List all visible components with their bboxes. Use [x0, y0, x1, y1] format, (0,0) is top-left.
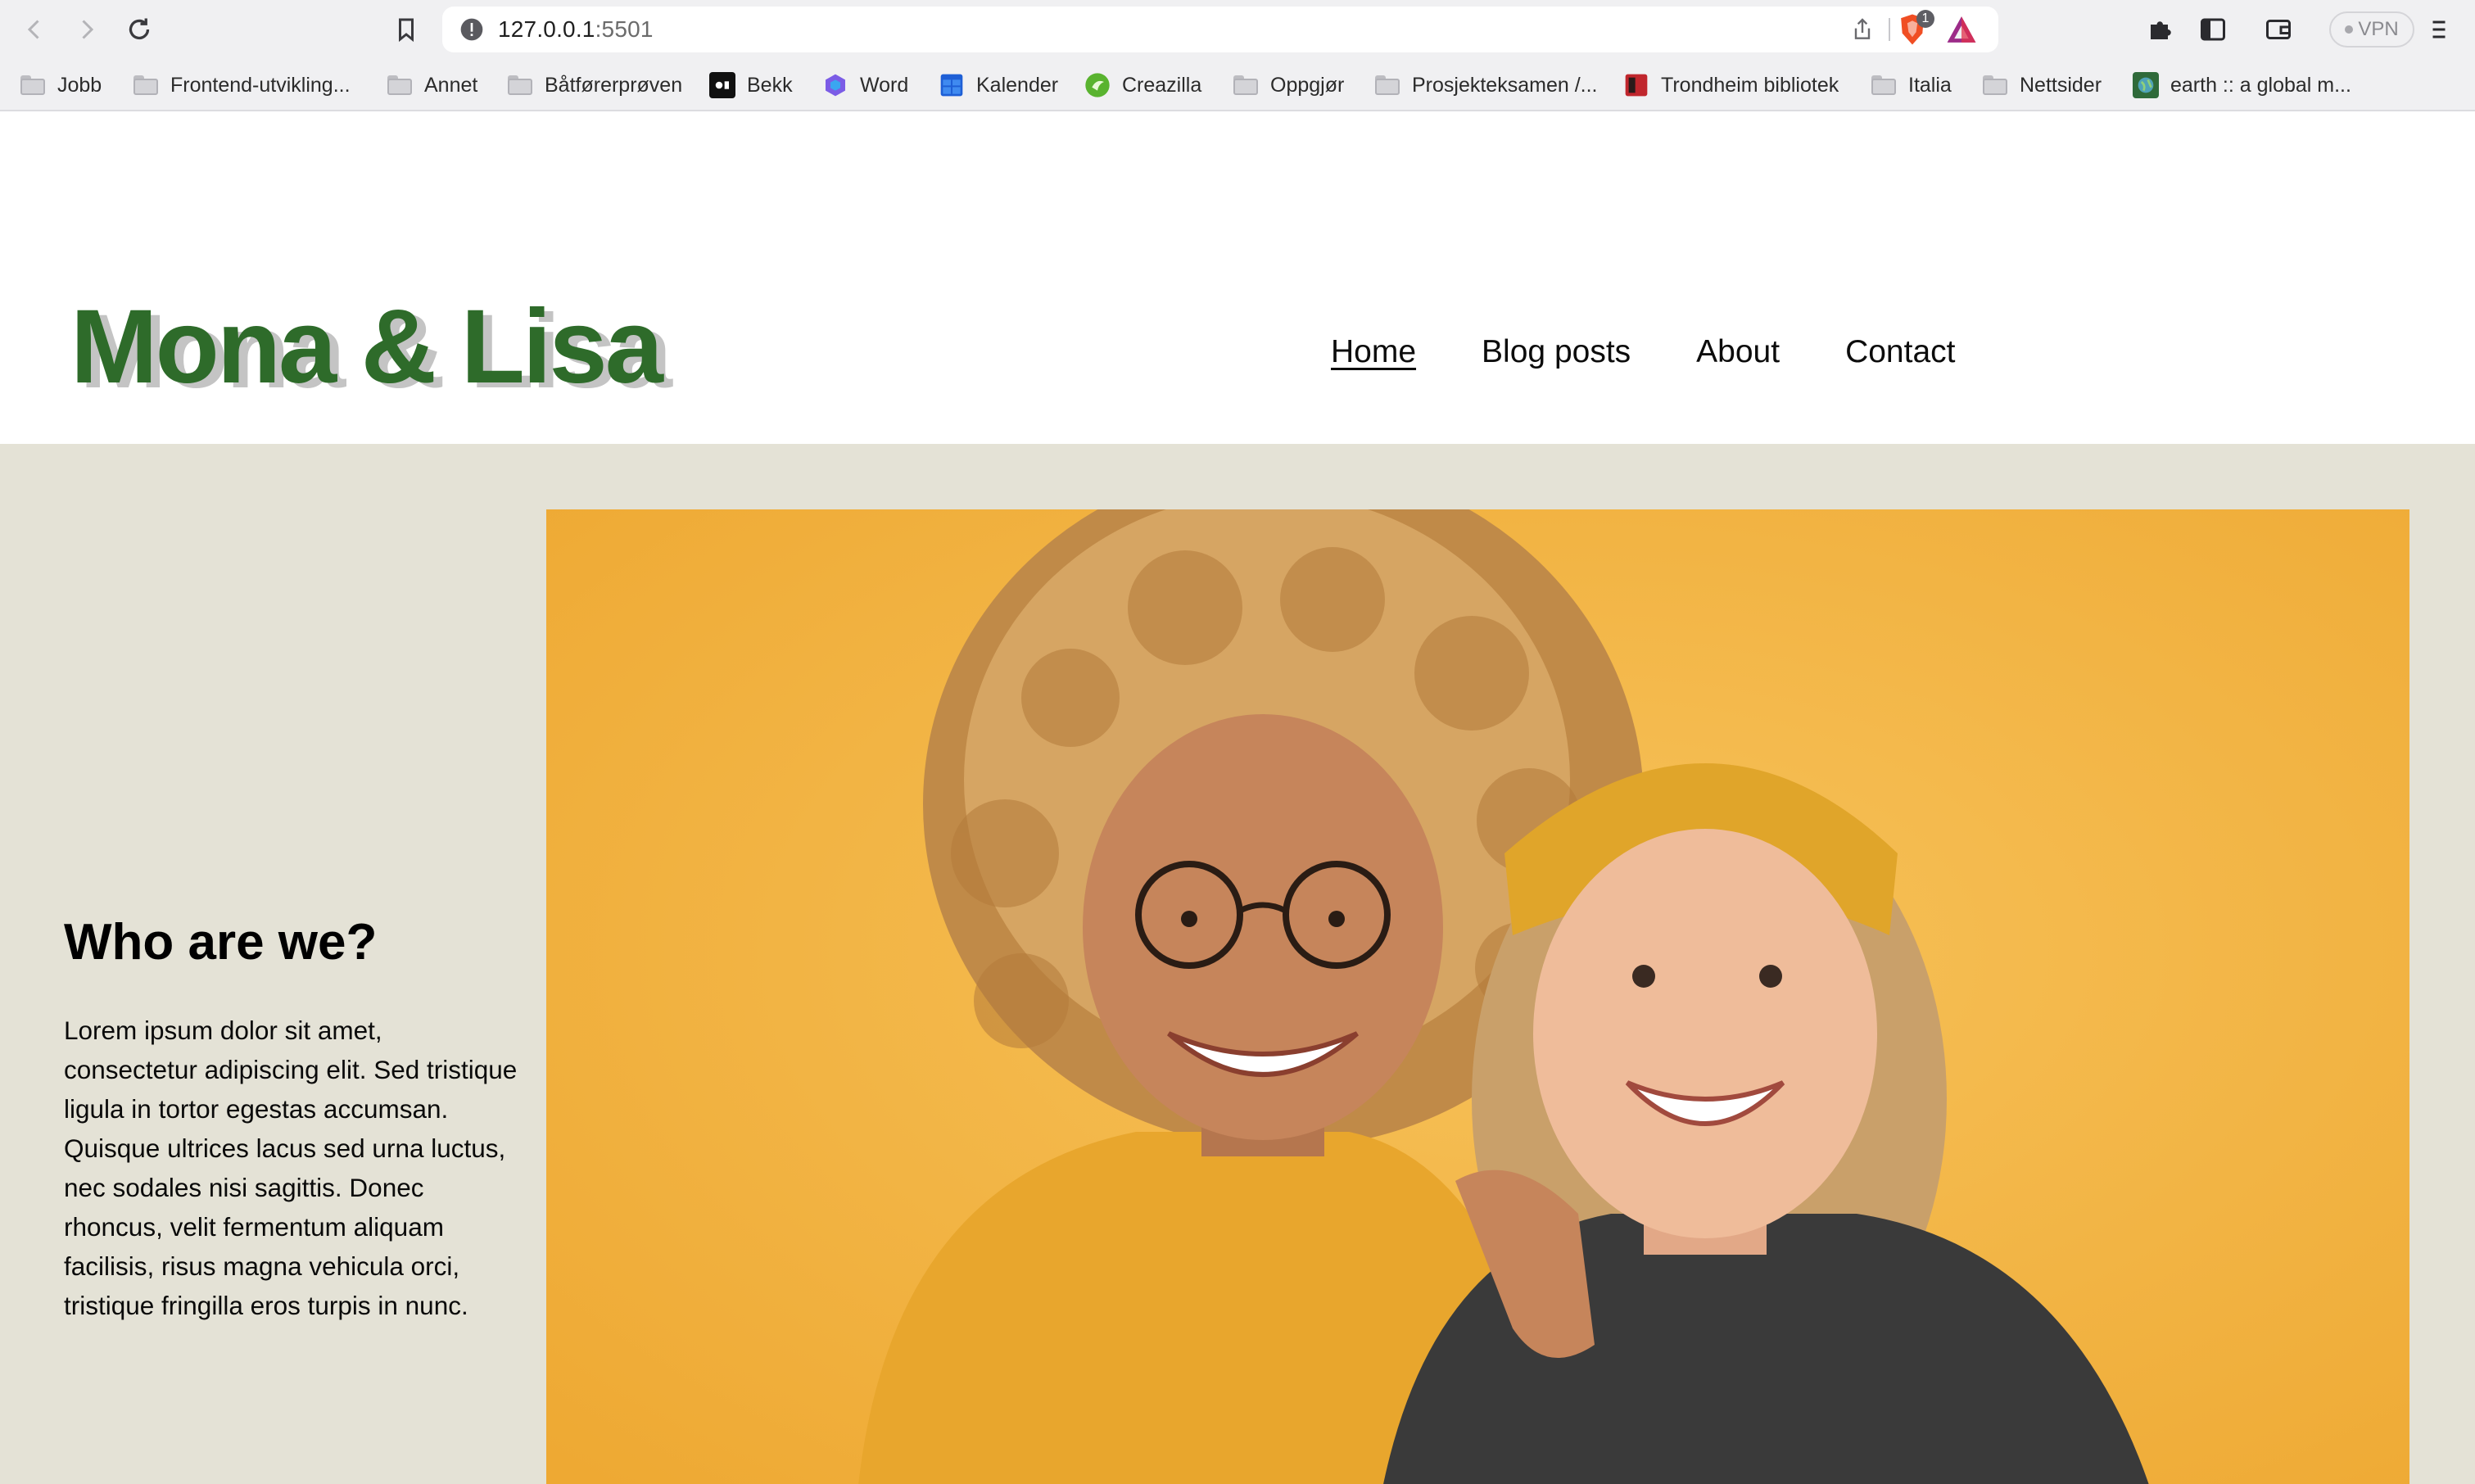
bookmark-item[interactable]: Frontend-utvikling... [133, 69, 351, 102]
back-arrow-icon [27, 20, 39, 39]
bookmark-label: Trondheim bibliotek [1661, 73, 1839, 97]
web-page: Mona & Lisa Home Blog posts About Contac… [0, 113, 2475, 1484]
folder-icon [1982, 72, 2008, 98]
bookmark-label: Creazilla [1122, 73, 1202, 97]
bekk-icon [709, 72, 735, 98]
bookmark-label: Italia [1908, 73, 1952, 97]
url-host: 127.0.0.1 [498, 16, 595, 42]
browser-toolbar: 127.0.0.1:5501 1 VPN [0, 0, 2475, 59]
wallet-button[interactable] [2260, 11, 2296, 48]
bookmark-label: Kalender [976, 73, 1059, 97]
reload-icon [129, 18, 150, 40]
bookmark-label: Båtførerprøven [545, 73, 683, 97]
nav-link-contact[interactable]: Contact [1845, 336, 1955, 368]
vpn-status-dot [2345, 25, 2354, 34]
bookmark-item[interactable]: Jobb [20, 69, 102, 102]
sidebar-button[interactable] [2195, 11, 2231, 48]
bookmark-label: Frontend-utvikling... [170, 73, 351, 97]
folder-icon [387, 72, 413, 98]
sidebar-icon [2201, 18, 2225, 41]
calendar-icon [939, 72, 965, 98]
hamburger-menu-icon [2432, 20, 2446, 38]
extensions-button[interactable] [2142, 11, 2179, 48]
two-women-smiling-illustration [546, 509, 2409, 1484]
bookmarks-bar: Jobb Frontend-utvikling... Annet Båtføre… [0, 59, 2475, 111]
bookmark-label: Jobb [57, 73, 102, 97]
earth-icon [2133, 72, 2159, 98]
hero-photo [546, 509, 2409, 1484]
forward-button[interactable] [69, 11, 105, 48]
folder-icon [1233, 72, 1259, 98]
bookmark-item[interactable]: Creazilla [1084, 69, 1201, 102]
bookmark-label: earth :: a global m... [2170, 73, 2351, 97]
address-bar[interactable]: 127.0.0.1:5501 1 [442, 7, 1998, 52]
bookmark-label: Oppgjør [1270, 73, 1345, 97]
bookmark-item[interactable]: Trondheim bibliotek [1623, 69, 1839, 102]
share-icon[interactable] [1849, 16, 1875, 43]
creazilla-icon [1084, 72, 1111, 98]
reload-button[interactable] [121, 11, 157, 48]
site-header: Mona & Lisa Home Blog posts About Contac… [0, 113, 2475, 444]
site-info-icon[interactable] [459, 16, 485, 43]
nav-link-blog-posts[interactable]: Blog posts [1482, 336, 1631, 368]
bookmark-item[interactable]: Kalender [939, 69, 1058, 102]
brave-rewards-icon[interactable] [1946, 15, 1977, 44]
forward-arrow-icon [82, 20, 94, 39]
bookmark-item[interactable]: Oppgjør [1233, 69, 1344, 102]
hero-title: Who are we? [64, 914, 378, 970]
hero-text: Lorem ipsum dolor sit amet, consectetur … [64, 1016, 518, 1320]
site-logo[interactable]: Mona & Lisa [70, 295, 663, 400]
bookmark-label: Nettsider [2020, 73, 2102, 97]
bookmark-item[interactable]: Båtførerprøven [507, 69, 682, 102]
bookmark-label: Prosjekteksamen /... [1412, 73, 1598, 97]
folder-icon [133, 72, 159, 98]
bookmark-item[interactable]: earth :: a global m... [2133, 69, 2351, 102]
bookmark-item[interactable]: Annet [387, 69, 477, 102]
word-icon [822, 72, 848, 98]
folder-icon [1871, 72, 1897, 98]
wallet-icon [2266, 20, 2291, 39]
bookmark-item[interactable]: Prosjekteksamen /... [1374, 69, 1597, 102]
address-bar-divider [1889, 18, 1890, 41]
folder-icon [20, 72, 46, 98]
bookmark-item[interactable]: Nettsider [1982, 69, 2102, 102]
url-port: :5501 [595, 16, 654, 42]
main-nav: Home Blog posts About Contact [1331, 336, 1955, 368]
bookmark-item[interactable]: Word [822, 69, 908, 102]
main-menu-button[interactable] [2421, 11, 2457, 48]
folder-icon [1374, 72, 1400, 98]
folder-icon [507, 72, 533, 98]
bookmark-item[interactable]: Bekk [709, 69, 793, 102]
hero-section: Who are we? Lorem ipsum dolor sit amet, … [0, 444, 2475, 1484]
bookmark-label: Word [860, 73, 909, 97]
url-text[interactable]: 127.0.0.1:5501 [498, 7, 654, 52]
shields-count-badge: 1 [1916, 10, 1934, 28]
bookmark-page-button[interactable] [388, 11, 424, 48]
library-icon [1623, 72, 1649, 98]
vpn-button[interactable]: VPN [2329, 11, 2414, 48]
bookmark-icon [399, 18, 414, 43]
nav-link-home[interactable]: Home [1331, 336, 1416, 368]
back-button[interactable] [16, 11, 52, 48]
bookmark-label: Annet [424, 73, 478, 97]
puzzle-icon [2151, 21, 2171, 39]
nav-link-about[interactable]: About [1696, 336, 1780, 368]
bookmark-item[interactable]: Italia [1871, 69, 1952, 102]
bookmark-label: Bekk [747, 73, 793, 97]
vpn-label: VPN [2358, 18, 2399, 40]
